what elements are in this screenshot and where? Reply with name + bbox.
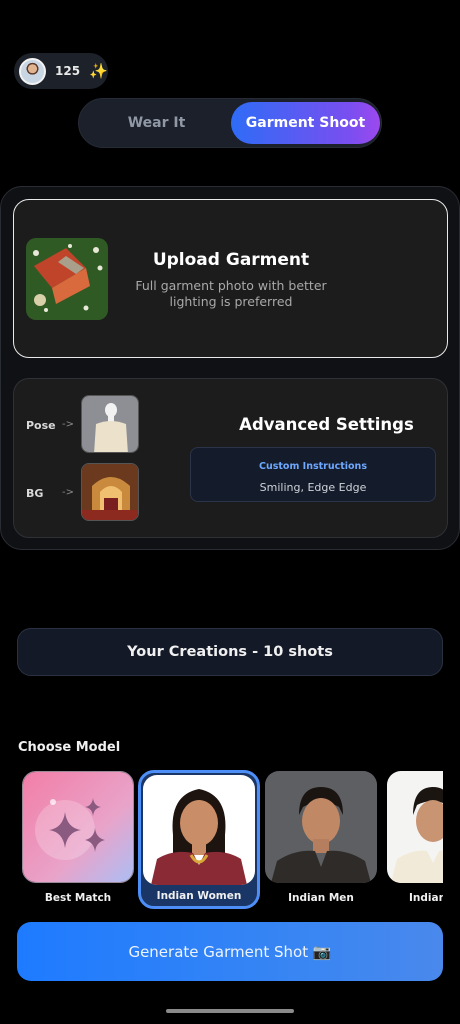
user-avatar xyxy=(19,57,46,85)
upload-garment-card[interactable]: Upload Garment Full garment photo with b… xyxy=(13,199,448,358)
model-card-indian-women[interactable]: Indian Women xyxy=(138,770,260,909)
best-match-image xyxy=(22,771,134,883)
indian-women-image xyxy=(143,775,255,885)
model-name: Indian Men xyxy=(288,892,354,904)
sparkle-icon: ✨ xyxy=(89,62,108,80)
mode-toggle: Wear It Garment Shoot xyxy=(78,98,382,148)
advanced-settings-card: Pose -> BG -> Advanced Settings Custom I… xyxy=(13,378,448,538)
upload-subtitle: Full garment photo with better lighting … xyxy=(135,278,327,309)
tab-garment-shoot[interactable]: Garment Shoot xyxy=(231,102,380,144)
background-thumbnail[interactable] xyxy=(81,463,139,521)
home-indicator xyxy=(166,1009,294,1013)
model-card-best-match[interactable]: Best Match xyxy=(22,771,134,904)
indian-kid-image xyxy=(387,771,443,883)
pose-thumbnail[interactable] xyxy=(81,395,139,453)
model-name: Indian Women xyxy=(156,890,242,902)
indian-men-image xyxy=(265,771,377,883)
pose-arrow-icon: -> xyxy=(62,419,74,430)
bg-arrow-icon: -> xyxy=(62,487,74,498)
pose-label: Pose xyxy=(26,419,56,432)
model-card-indian[interactable]: Indian xyxy=(387,771,443,904)
credit-count: 125 xyxy=(55,64,81,78)
custom-instructions-box[interactable]: Custom Instructions Smiling, Edge Edge xyxy=(190,447,436,502)
credits-pill[interactable]: 125 ✨ xyxy=(14,53,108,89)
generate-garment-shot-button[interactable]: Generate Garment Shot 📷 xyxy=(17,922,443,981)
tab-wear-it[interactable]: Wear It xyxy=(83,102,230,144)
upload-title: Upload Garment xyxy=(152,250,310,270)
model-name: Indian xyxy=(409,892,443,904)
bg-label: BG xyxy=(26,487,44,500)
custom-instructions-label: Custom Instructions xyxy=(259,461,367,472)
selected-frame: Indian Women xyxy=(138,770,260,909)
choose-model-heading: Choose Model xyxy=(18,740,121,755)
advanced-settings-title: Advanced Settings xyxy=(239,415,414,434)
your-creations-button[interactable]: Your Creations - 10 shots xyxy=(17,628,443,676)
model-card-indian-men[interactable]: Indian Men xyxy=(265,771,377,904)
model-name: Best Match xyxy=(44,892,112,904)
garment-thumbnail xyxy=(26,238,108,320)
custom-instructions-value: Smiling, Edge Edge xyxy=(259,481,367,494)
